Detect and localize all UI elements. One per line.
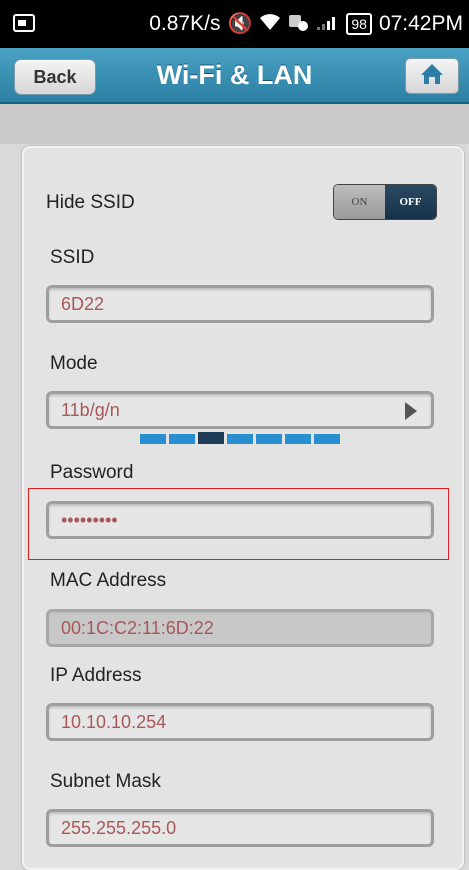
home-button[interactable] <box>405 58 459 94</box>
ip-address-label: IP Address <box>50 665 142 686</box>
page-dot <box>285 434 311 444</box>
ssid-label: SSID <box>50 247 95 268</box>
mode-select[interactable]: 11b/g/n <box>46 391 434 429</box>
clock: 07:42PM <box>378 12 463 35</box>
toggle-on-option[interactable]: ON <box>334 185 385 219</box>
ip-address-input[interactable]: 10.10.10.254 <box>46 703 434 741</box>
hide-ssid-label: Hide SSID <box>46 192 135 213</box>
chevron-right-icon[interactable] <box>405 402 417 420</box>
subnet-mask-label: Subnet Mask <box>50 771 161 792</box>
data-icon <box>288 13 309 35</box>
subnet-mask-input[interactable]: 255.255.255.0 <box>46 809 434 847</box>
signal-icon <box>315 13 339 35</box>
mute-icon: 🔇 <box>227 13 253 35</box>
password-label: Password <box>50 462 134 483</box>
mode-value: 11b/g/n <box>61 400 120 420</box>
home-icon <box>419 62 445 91</box>
mac-address-field: 00:1C:C2:11:6D:22 <box>46 609 434 647</box>
toggle-off-option[interactable]: OFF <box>385 185 436 219</box>
page-dot-active <box>198 432 224 444</box>
hide-ssid-toggle[interactable]: ON OFF <box>333 184 437 220</box>
wifi-icon <box>259 13 281 35</box>
page-dot <box>314 434 340 444</box>
header-shadow-strip <box>0 104 469 144</box>
battery-icon: 98 <box>346 13 372 35</box>
password-highlight-box <box>28 488 449 560</box>
mac-address-label: MAC Address <box>50 570 167 591</box>
network-speed: 0.87K/s <box>149 12 221 35</box>
screenshot-icon <box>12 11 36 35</box>
ssid-input[interactable]: 6D22 <box>46 285 434 323</box>
status-bar: 0.87K/s 🔇 98 07:42PM <box>0 0 469 48</box>
app-header: Back Wi-Fi & LAN <box>0 48 469 104</box>
mode-page-indicator <box>140 432 340 444</box>
page-dot <box>169 434 195 444</box>
page-dot <box>140 434 166 444</box>
page-dot <box>227 434 253 444</box>
page-dot <box>256 434 282 444</box>
mode-label: Mode <box>50 353 98 374</box>
back-button[interactable]: Back <box>14 59 96 95</box>
